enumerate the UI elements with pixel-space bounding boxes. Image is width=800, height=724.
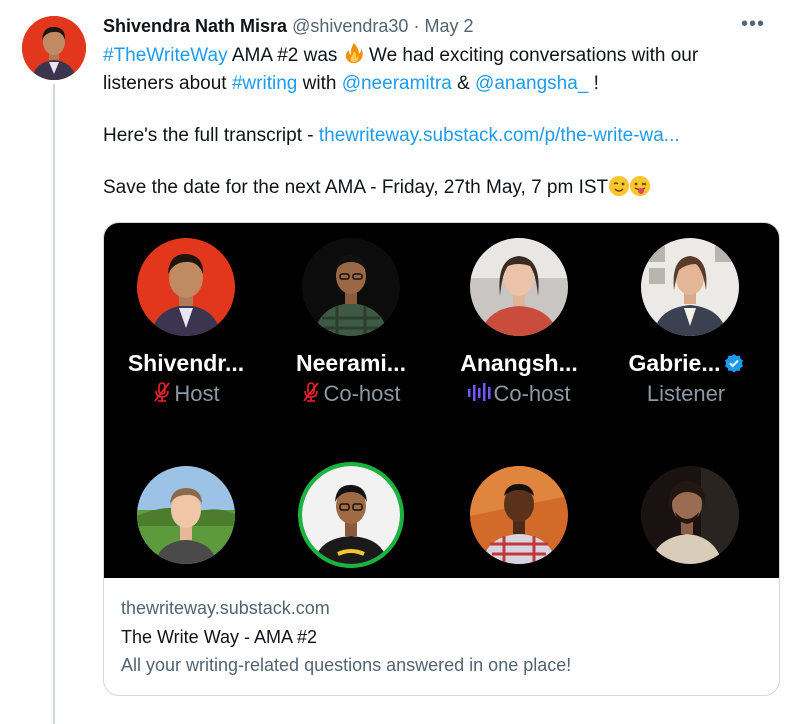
- mic-off-icon: [301, 381, 321, 409]
- tweet-text: #TheWriteWay AMA #2 was We had exciting …: [103, 42, 763, 202]
- text-segment: &: [451, 73, 476, 94]
- participant-avatar: [470, 466, 568, 564]
- transcript-link[interactable]: thewriteway.substack.com/p/the-write-wa.…: [319, 125, 680, 146]
- mic-off-icon: [152, 381, 172, 409]
- participant-role: Listener: [646, 381, 726, 406]
- author-handle[interactable]: @shivendra30: [292, 16, 408, 36]
- tweet-date[interactable]: May 2: [424, 16, 473, 36]
- participant-role: Co-host: [439, 381, 599, 409]
- text-segment: Here's the full transcript -: [103, 125, 319, 146]
- participant-role: Host: [106, 381, 266, 409]
- participant-avatar: [302, 238, 400, 336]
- tongue-winking-face-emoji-icon: [630, 176, 651, 196]
- header-separator: ·: [413, 16, 420, 36]
- text-segment: AMA #2 was: [227, 45, 343, 66]
- space-preview-image: Shivendr... Neerami... Anangsh... Gabrie…: [104, 223, 779, 578]
- text-segment: Save the date for the next AMA - Friday,…: [103, 177, 609, 198]
- more-options-icon[interactable]: •••: [741, 12, 765, 36]
- participant-avatar: [470, 238, 568, 336]
- hashtag-writing[interactable]: #writing: [232, 73, 297, 94]
- link-preview-card[interactable]: Shivendr... Neerami... Anangsh... Gabrie…: [103, 222, 780, 696]
- verified-badge-icon: [724, 352, 744, 373]
- text-segment: !: [588, 73, 599, 94]
- participant-role: Co-host: [271, 381, 431, 409]
- card-title: The Write Way - AMA #2: [121, 627, 318, 647]
- participant-avatar-speaking: [302, 466, 400, 564]
- participant-avatar: [137, 238, 235, 336]
- author-name[interactable]: Shivendra Nath Misra: [103, 16, 287, 36]
- hashtag-thewriteway[interactable]: #TheWriteWay: [103, 45, 228, 66]
- thread-line: [53, 84, 55, 724]
- participant-avatar: [137, 466, 235, 564]
- participant-name: Anangsh...: [460, 350, 578, 376]
- participant-avatar: [641, 466, 739, 564]
- tweet: Shivendra Nath Misra @shivendra30 · May …: [103, 12, 793, 202]
- speaking-icon: [467, 381, 491, 409]
- tweet-header: Shivendra Nath Misra @shivendra30 · May …: [103, 12, 793, 40]
- participant-name: Shivendr...: [127, 350, 245, 376]
- participant-avatar: [641, 238, 739, 336]
- card-meta: thewriteway.substack.com The Write Way -…: [121, 595, 762, 679]
- card-domain: thewriteway.substack.com: [121, 598, 330, 618]
- author-avatar[interactable]: [22, 16, 86, 80]
- mention-anangsha[interactable]: @anangsha_: [475, 73, 588, 94]
- participant-name: Neerami...: [296, 350, 406, 376]
- mention-neeramitra[interactable]: @neeramitra: [342, 73, 452, 94]
- fire-emoji-icon: [344, 42, 364, 63]
- winking-face-emoji-icon: [609, 176, 630, 196]
- text-segment: with: [297, 73, 342, 94]
- card-description: All your writing-related questions answe…: [121, 655, 572, 675]
- participant-name: Gabrie...: [606, 350, 766, 377]
